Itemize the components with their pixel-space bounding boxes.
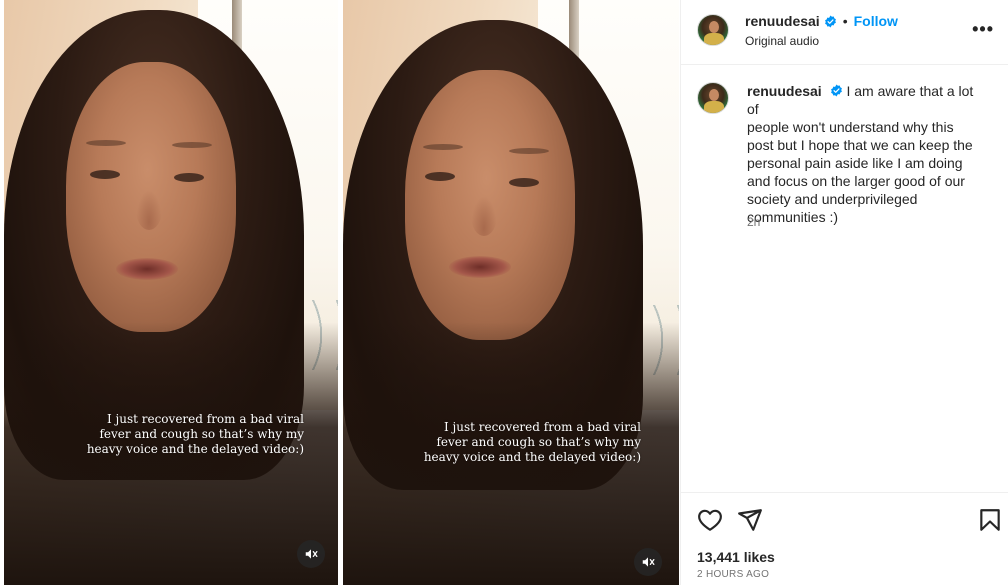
video-panel-right[interactable]: I just recovered from a bad viral fever … [343, 0, 679, 585]
follow-button[interactable]: Follow [854, 13, 898, 29]
verified-badge-icon [830, 84, 842, 97]
caption-line: I just recovered from a bad viral [443, 420, 641, 434]
mute-button[interactable] [297, 540, 325, 568]
verified-badge-icon [824, 15, 836, 27]
separator: • [842, 13, 848, 29]
post-header: renuudesai • Follow Original audio ••• [681, 0, 1008, 65]
post-timestamp[interactable]: 2 HOURS AGO [697, 569, 769, 580]
audio-link[interactable]: Original audio [745, 34, 819, 48]
caption-line: heavy voice and the delayed video:) [423, 450, 641, 464]
speaker-muted-icon [305, 549, 318, 559]
caption-line: heavy voice and the delayed video:) [86, 442, 304, 456]
share-icon[interactable] [737, 507, 763, 533]
header-user-line: renuudesai • Follow [745, 13, 898, 29]
video-caption: I just recovered from a bad viral fever … [4, 412, 304, 457]
caption-text: post but I hope that we can keep the [747, 137, 973, 153]
caption-line: fever and cough so that’s why my [99, 427, 304, 441]
caption-text: people won't understand why this [747, 119, 954, 135]
caption-text: society and underprivileged [747, 191, 918, 207]
heart-icon[interactable] [697, 507, 723, 533]
video-frame [4, 0, 338, 585]
caption-text: and focus on the larger good of our [747, 173, 965, 189]
avatar[interactable] [697, 14, 729, 46]
avatar[interactable] [697, 82, 729, 114]
post-sidebar: renuudesai • Follow Original audio ••• r… [680, 0, 1008, 585]
caption-line: I just recovered from a bad viral [106, 412, 304, 426]
action-bar: 13,441 likes 2 HOURS AGO [681, 492, 1008, 585]
caption-line: fever and cough so that’s why my [436, 435, 641, 449]
username-link[interactable]: renuudesai [747, 83, 822, 99]
caption-text: communities :) [747, 209, 839, 225]
post-caption: renuudesai I am aware that a lot of peop… [747, 82, 987, 226]
likes-count[interactable]: 13,441 likes [697, 549, 775, 565]
video-frame [343, 0, 679, 585]
mute-button[interactable] [634, 548, 662, 576]
more-icon[interactable]: ••• [972, 20, 994, 38]
video-caption: I just recovered from a bad viral fever … [343, 420, 641, 465]
bookmark-icon[interactable] [977, 507, 1003, 533]
caption-timestamp[interactable]: 2h [747, 215, 760, 229]
video-panel-left[interactable]: I just recovered from a bad viral fever … [4, 0, 338, 585]
caption-text: personal pain aside like I am doing [747, 155, 963, 171]
username-link[interactable]: renuudesai [745, 13, 820, 29]
speaker-muted-icon [642, 557, 655, 567]
